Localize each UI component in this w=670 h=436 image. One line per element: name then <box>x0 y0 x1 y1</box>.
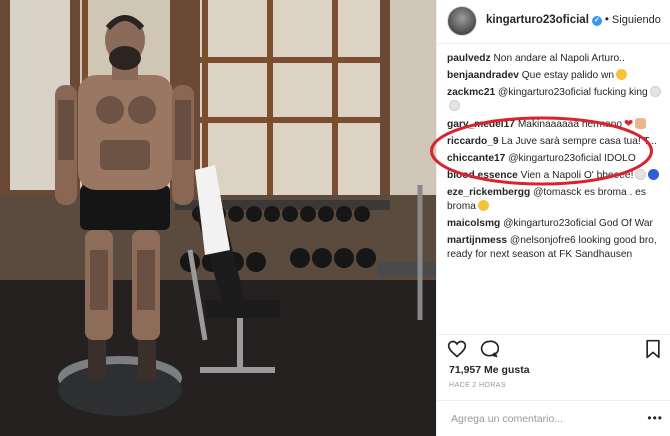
comment-item: eze_rickembergg @tomasck es broma . es b… <box>447 186 665 214</box>
comment-input[interactable] <box>449 410 643 428</box>
action-bar <box>437 334 670 360</box>
white-emoji-icon <box>649 86 661 97</box>
laugh-emoji-icon <box>616 69 628 80</box>
comment-item: martijnmess @nelsonjofre6 looking good b… <box>447 234 665 262</box>
comment-username[interactable]: paulvedz <box>447 53 491 64</box>
laugh-emoji-icon <box>477 200 489 211</box>
comment-item: gary_medel17 Makinaaaaaa hermano ❤ <box>447 117 665 132</box>
muscle-emoji-icon <box>635 118 647 129</box>
bookmark-icon[interactable] <box>643 339 663 359</box>
comment-item: benjaandradev Que estay palido wn <box>447 69 665 83</box>
add-comment-bar: ••• <box>437 400 670 436</box>
blue-emoji-icon <box>648 169 660 180</box>
likes-count[interactable]: 71,957 Me gusta <box>449 364 530 376</box>
post-timestamp[interactable]: HACE 2 HORAS <box>449 382 506 389</box>
comment-username[interactable]: benjaandradev <box>447 70 519 81</box>
comment-item: chiccante17 @kingarturo23oficial IDOLO <box>447 152 665 166</box>
follow-status-button[interactable]: Siguiendo <box>612 14 661 26</box>
comments-list[interactable]: paulvedz Non andare al Napoli Arturo.. be… <box>447 52 665 334</box>
comment-text: Que estay palido wn <box>521 70 615 81</box>
comment-text: @kingarturo23oficial fucking king <box>498 87 648 98</box>
comment-text: @kingarturo23oficial God Of War <box>503 218 653 229</box>
comment-item: paulvedz Non andare al Napoli Arturo.. <box>447 52 665 66</box>
comment-username[interactable]: zackmc21 <box>447 87 495 98</box>
comment-text: Vien a Napoli O' bbeeee! <box>520 170 634 181</box>
comment-username[interactable]: riccardo_9 <box>447 136 499 147</box>
comment-icon[interactable] <box>479 339 499 359</box>
comment-item: maicolsmg @kingarturo23oficial God Of Wa… <box>447 217 665 231</box>
comment-text: @kingarturo23oficial IDOLO <box>508 153 636 164</box>
verified-badge-icon: ✓ <box>591 16 602 26</box>
gym-photo-illustration <box>0 0 436 436</box>
comment-text: Makinaaaaaa hermano <box>517 119 623 130</box>
comment-item: riccardo_9 La Juve sarà sempre casa tua!… <box>447 135 665 149</box>
separator-dot: • <box>604 14 609 26</box>
white-emoji-icon <box>449 100 460 111</box>
comment-username[interactable]: eze_rickembergg <box>447 187 530 198</box>
white-emoji-icon <box>635 169 647 180</box>
post-details-panel: kingarturo23oficial ✓ • Siguiendo paulvedz … <box>436 0 670 436</box>
comment-text: Non andare al Napoli Arturo.. <box>493 53 625 64</box>
header-user-line: kingarturo23oficial ✓ • Siguiendo <box>486 14 661 26</box>
heart-emoji-icon: ❤ <box>624 118 634 130</box>
comment-username[interactable]: maicolsmg <box>447 218 500 229</box>
avatar[interactable] <box>447 6 477 36</box>
heart-icon[interactable] <box>447 339 467 359</box>
comment-item: blood.essence Vien a Napoli O' bbeeee! <box>447 169 665 183</box>
post-header: kingarturo23oficial ✓ • Siguiendo <box>437 0 670 44</box>
more-options-button[interactable]: ••• <box>647 411 663 425</box>
comment-username[interactable]: gary_medel17 <box>447 119 515 130</box>
username-link[interactable]: kingarturo23oficial <box>486 14 589 26</box>
comment-item: zackmc21 @kingarturo23oficial fucking ki… <box>447 86 665 114</box>
comment-text: La Juve sarà sempre casa tua! T... <box>501 136 657 147</box>
comment-username[interactable]: chiccante17 <box>447 153 505 164</box>
comment-username[interactable]: blood.essence <box>447 170 518 181</box>
post-photo[interactable] <box>0 0 436 436</box>
comment-username[interactable]: martijnmess <box>447 235 507 246</box>
